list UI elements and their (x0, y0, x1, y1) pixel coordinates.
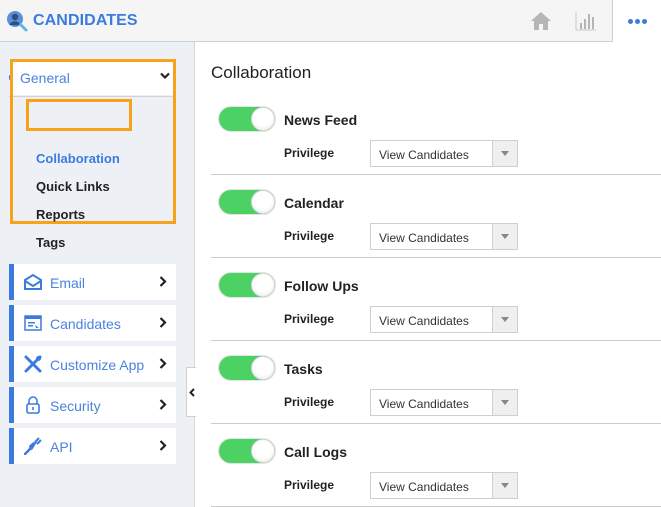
privilege-label: Privilege (284, 395, 335, 409)
bar-chart-icon (575, 12, 596, 31)
privilege-label: Privilege (284, 478, 335, 492)
toggle-knob (251, 356, 275, 380)
chevron-right-icon (159, 317, 167, 328)
home-icon (531, 12, 551, 30)
sidebar-item-candidates[interactable]: Candidates (9, 305, 176, 341)
section-news-feed: News Feed Privilege View Candidates (211, 92, 661, 175)
collaboration-highlight-box (26, 99, 132, 131)
caret-down-icon (501, 400, 509, 405)
sidebar-subitem-quick-links[interactable]: Quick Links (36, 179, 110, 194)
section-name: Follow Ups (284, 278, 359, 294)
privilege-label: Privilege (284, 312, 335, 326)
sidebar-item-label: Security (50, 398, 101, 414)
section-name: News Feed (284, 112, 358, 128)
more-icon-dot (641, 18, 647, 24)
sidebar-item-security[interactable]: Security (9, 387, 176, 423)
follow-ups-toggle[interactable] (218, 272, 276, 298)
dropdown-arrow[interactable] (492, 141, 517, 166)
app-title: CANDIDATES (33, 12, 138, 29)
candidates-window-icon (24, 315, 42, 331)
toggle-knob (251, 190, 275, 214)
chevron-right-icon (159, 276, 167, 287)
privilege-select[interactable]: View Candidates (370, 140, 518, 167)
tools-icon (24, 355, 42, 373)
calendar-toggle[interactable] (218, 189, 276, 215)
sidebar-item-label: Candidates (50, 316, 121, 332)
caret-down-icon (501, 151, 509, 156)
chevron-right-icon (159, 399, 167, 410)
collaboration-panel: Collaboration News Feed Privilege View C… (196, 42, 661, 507)
page-title: Collaboration (211, 63, 312, 82)
more-icon (627, 18, 633, 24)
section-name: Tasks (284, 361, 323, 377)
more-button[interactable] (612, 0, 661, 42)
privilege-value: View Candidates (379, 480, 469, 494)
lock-icon (26, 396, 40, 414)
sidebar-subitem-tags[interactable]: Tags (36, 235, 65, 250)
chevron-right-icon (159, 358, 167, 369)
section-tasks: Tasks Privilege View Candidates (211, 341, 661, 424)
toggle-knob (251, 273, 275, 297)
section-follow-ups: Follow Ups Privilege View Candidates (211, 258, 661, 341)
privilege-label: Privilege (284, 229, 335, 243)
privilege-value: View Candidates (379, 148, 469, 162)
general-highlight-box (10, 59, 176, 224)
dropdown-arrow[interactable] (492, 473, 517, 498)
privilege-label: Privilege (284, 146, 335, 160)
privilege-select[interactable]: View Candidates (370, 472, 518, 499)
chevron-right-icon (159, 440, 167, 451)
privilege-select[interactable]: View Candidates (370, 389, 518, 416)
caret-down-icon (501, 317, 509, 322)
privilege-value: View Candidates (379, 231, 469, 245)
home-button[interactable] (529, 9, 553, 33)
section-calendar: Calendar Privilege View Candidates (211, 175, 661, 258)
reports-button[interactable] (574, 9, 598, 33)
sidebar-subitem-collaboration[interactable]: Collaboration (36, 151, 120, 166)
privilege-value: View Candidates (379, 314, 469, 328)
section-call-logs: Call Logs Privilege View Candidates (211, 424, 661, 507)
tasks-toggle[interactable] (218, 355, 276, 381)
candidates-app-icon (7, 11, 28, 32)
dropdown-arrow[interactable] (492, 390, 517, 415)
privilege-value: View Candidates (379, 397, 469, 411)
sidebar-item-customize-app[interactable]: Customize App (9, 346, 176, 382)
toggle-knob (251, 439, 275, 463)
collapse-sidebar-button[interactable] (186, 367, 196, 417)
app-brand[interactable]: CANDIDATES (5, 9, 138, 33)
call-logs-toggle[interactable] (218, 438, 276, 464)
top-header: CANDIDATES (0, 0, 661, 42)
news-feed-toggle[interactable] (218, 106, 276, 132)
caret-down-icon (501, 234, 509, 239)
sidebar-subitem-reports[interactable]: Reports (36, 207, 85, 222)
section-name: Calendar (284, 195, 344, 211)
chevron-left-icon (188, 387, 195, 397)
email-icon (24, 273, 42, 290)
privilege-select[interactable]: View Candidates (370, 306, 518, 333)
privilege-select[interactable]: View Candidates (370, 223, 518, 250)
sidebar-item-email[interactable]: Email (9, 264, 176, 300)
caret-down-icon (501, 483, 509, 488)
sidebar-item-label: Email (50, 275, 86, 291)
more-icon-dot (634, 18, 640, 24)
section-name: Call Logs (284, 444, 348, 460)
plug-icon (24, 437, 42, 455)
sidebar-item-label: Customize App (50, 357, 145, 373)
dropdown-arrow[interactable] (492, 307, 517, 332)
dropdown-arrow[interactable] (492, 224, 517, 249)
sidebar-item-api[interactable]: API (9, 428, 176, 464)
toggle-knob (251, 107, 275, 131)
sidebar-item-label: API (50, 439, 73, 455)
